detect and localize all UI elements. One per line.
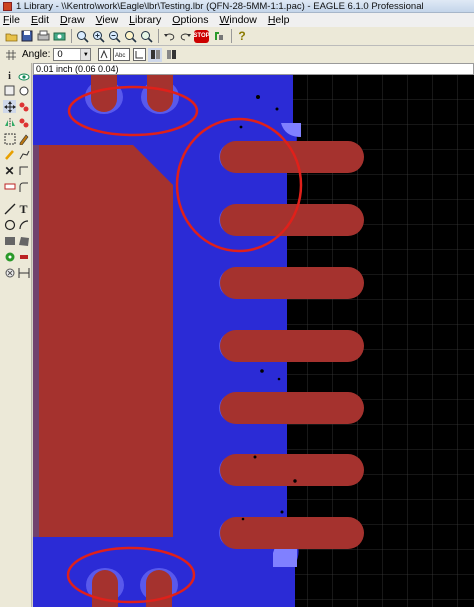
grid-icon[interactable] (4, 48, 18, 62)
angle-value: 0 (57, 49, 63, 60)
copper-void (239, 125, 243, 129)
command-palette: i ✕ T (0, 63, 32, 607)
coordinate-display: 0.01 inch (0.06 0.04) (33, 63, 474, 75)
menu-library[interactable]: Library (129, 14, 161, 26)
copper-void (275, 107, 279, 111)
zoom-area-icon[interactable] (139, 29, 153, 43)
copper-void (260, 369, 264, 373)
text-tool-label: Abc (115, 53, 125, 59)
text-icon[interactable]: T (17, 202, 30, 215)
copper-void (280, 510, 284, 514)
undo-icon[interactable] (162, 29, 176, 43)
text-tool-icon[interactable]: Abc (113, 48, 131, 62)
copy-icon[interactable] (17, 100, 30, 113)
group-icon[interactable] (3, 132, 16, 145)
show-icon[interactable] (17, 70, 30, 83)
copper-void (277, 377, 281, 381)
side-pad (220, 267, 364, 299)
copper-void (241, 517, 245, 521)
via-icon[interactable] (3, 250, 16, 263)
arc-icon[interactable] (17, 218, 30, 231)
smd-icon[interactable] (17, 250, 30, 263)
redo-icon[interactable] (178, 29, 192, 43)
menu-options[interactable]: Options (172, 14, 208, 26)
name-icon[interactable] (3, 180, 16, 193)
main-toolbar: STOP ? (0, 27, 474, 46)
value-icon[interactable] (17, 180, 30, 193)
paste-icon[interactable] (3, 148, 16, 161)
stop-icon[interactable]: STOP (193, 29, 210, 43)
rect-icon[interactable] (3, 234, 16, 247)
hole-icon[interactable] (3, 266, 16, 279)
help-icon[interactable]: ? (235, 29, 249, 43)
copper-void (256, 95, 260, 99)
print-icon[interactable] (36, 29, 50, 43)
eagle-app-icon (3, 1, 12, 11)
menu-bar: File Edit Draw View Library Options Wind… (0, 13, 474, 27)
wire-icon[interactable] (3, 202, 16, 215)
delete-icon[interactable]: ✕ (3, 164, 16, 177)
menu-file[interactable]: File (3, 14, 20, 26)
display-icon[interactable] (3, 84, 16, 97)
layer-icon[interactable] (148, 47, 163, 62)
open-icon[interactable] (4, 29, 18, 43)
copper-void (293, 479, 297, 483)
side-pad (220, 141, 364, 173)
menu-view[interactable]: View (96, 14, 119, 26)
drawing-canvas[interactable] (33, 75, 474, 607)
mirror-icon[interactable] (3, 116, 16, 129)
move-icon[interactable] (3, 100, 16, 113)
layer-alt-icon[interactable] (164, 48, 178, 62)
side-pad (220, 454, 364, 486)
save-icon[interactable] (20, 29, 34, 43)
split-icon[interactable] (17, 148, 30, 161)
change-icon[interactable] (17, 132, 30, 145)
mirror-toggle-icon[interactable] (97, 48, 111, 62)
polygon-icon[interactable] (17, 234, 30, 247)
side-pad (220, 330, 364, 362)
top-pad (91, 75, 117, 112)
title-bar: 1 Library - \\Kentro\work\Eagle\lbr\Test… (0, 0, 474, 13)
side-pad (220, 392, 364, 424)
top-pad (147, 75, 173, 112)
info-icon[interactable]: i (3, 70, 16, 83)
zoom-redraw-icon[interactable] (123, 29, 137, 43)
window-title: 1 Library - \\Kentro\work\Eagle\lbr\Test… (16, 0, 424, 12)
side-pad (220, 517, 364, 549)
copper-void (253, 455, 257, 459)
toolbar-separator (158, 29, 159, 43)
ratio-icon[interactable] (132, 48, 146, 62)
toolbar-separator (71, 29, 72, 43)
copper-void (292, 185, 296, 189)
angle-label: Angle: (22, 49, 51, 60)
menu-draw[interactable]: Draw (60, 14, 85, 26)
menu-edit[interactable]: Edit (31, 14, 49, 26)
cam-icon[interactable] (52, 29, 66, 43)
circle-icon[interactable] (3, 218, 16, 231)
zoom-in-icon[interactable] (91, 29, 105, 43)
mark-icon[interactable] (17, 84, 30, 97)
center-pad (33, 145, 173, 537)
zoom-fit-icon[interactable] (75, 29, 89, 43)
menu-window[interactable]: Window (219, 14, 256, 26)
zoom-out-icon[interactable] (107, 29, 121, 43)
angle-select[interactable]: 0 ▼ (53, 48, 92, 61)
chevron-down-icon[interactable]: ▼ (80, 49, 91, 60)
center-pad-edge (33, 145, 39, 537)
parameter-toolbar: Angle: 0 ▼ Abc (0, 46, 474, 63)
go-icon[interactable] (212, 29, 226, 43)
rotate-icon[interactable] (17, 116, 30, 129)
coordinate-readout: 0.01 inch (0.06 0.04) (36, 64, 119, 74)
dimension-icon[interactable] (17, 266, 30, 279)
toolbar-separator (231, 29, 232, 43)
board-view[interactable] (33, 75, 474, 607)
menu-help[interactable]: Help (268, 14, 290, 26)
optimize-icon[interactable] (17, 164, 30, 177)
